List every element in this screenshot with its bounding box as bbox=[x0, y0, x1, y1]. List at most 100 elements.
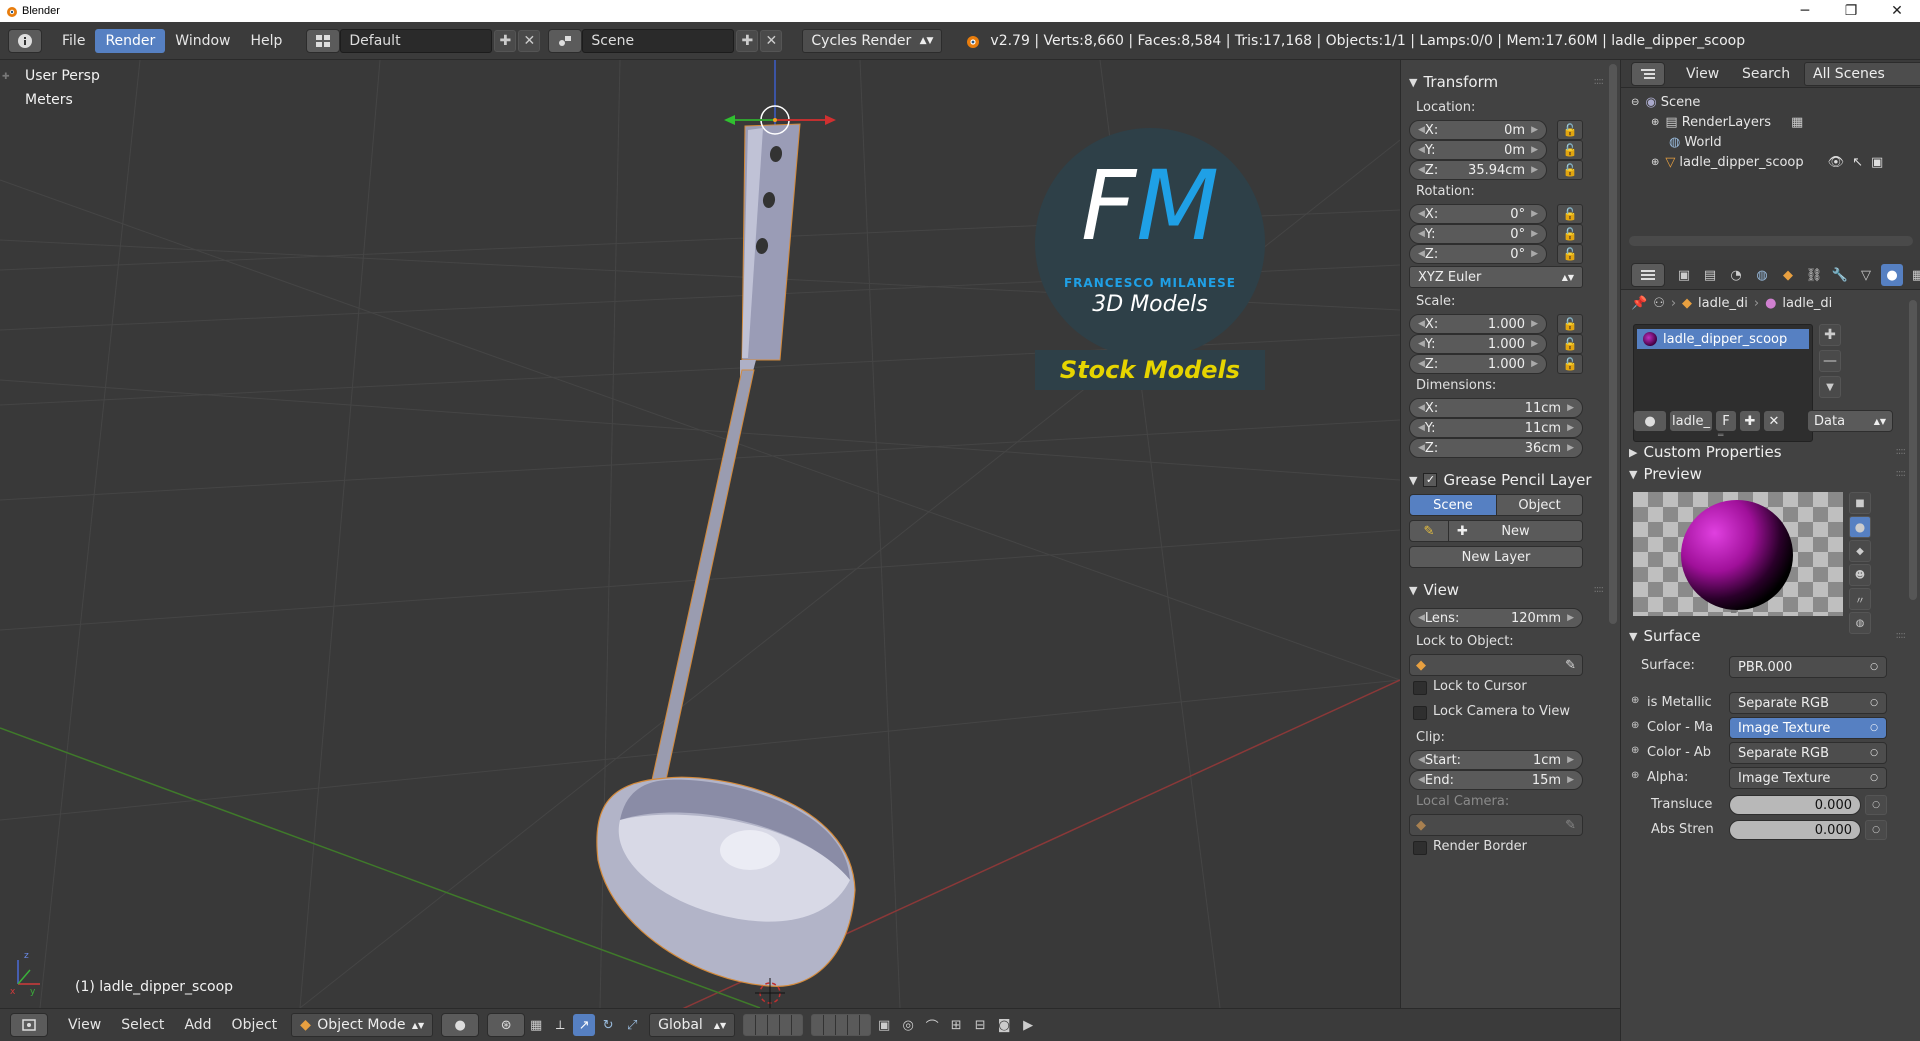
transform-orientation-dropdown[interactable]: Global ▲▼ bbox=[649, 1013, 736, 1037]
material-specials-button[interactable]: ▼ bbox=[1819, 376, 1841, 398]
outliner-row-ladle[interactable]: ⊕ ▽ ladle_dipper_scoop 👁 ↖ ▣ bbox=[1651, 152, 1883, 172]
menu-add[interactable]: Add bbox=[174, 1017, 221, 1033]
lock-to-object-field[interactable]: ◆ ✎ bbox=[1409, 654, 1583, 676]
grease-pencil-object-tab[interactable]: Object bbox=[1496, 494, 1583, 516]
maximize-button[interactable]: ❐ bbox=[1828, 0, 1874, 22]
lock-location-x-button[interactable]: 🔓 bbox=[1557, 120, 1583, 140]
delete-scene-button[interactable]: ✕ bbox=[760, 29, 783, 52]
input-link-field[interactable]: Separate RGB ○ bbox=[1729, 692, 1887, 714]
add-screen-button[interactable]: ✚ bbox=[494, 29, 517, 52]
lock-to-cursor-checkbox[interactable] bbox=[1413, 681, 1427, 695]
scene-name-field[interactable]: Scene bbox=[582, 28, 735, 53]
add-material-slot-button[interactable]: ✚ bbox=[1819, 324, 1841, 346]
drag-grip-icon[interactable]: :::: bbox=[1896, 630, 1907, 641]
dimensions-y-field[interactable]: ◀ Y: 11cm ▶ bbox=[1409, 418, 1583, 438]
rotation-z-field[interactable]: ◀ Z: 0° ▶ bbox=[1409, 244, 1547, 264]
ladle-model[interactable] bbox=[596, 123, 856, 987]
lens-field[interactable]: ◀ Lens: 120mm ▶ bbox=[1409, 608, 1583, 628]
input-link-field[interactable]: Image Texture ○ bbox=[1729, 767, 1887, 789]
scale-manipulator-icon[interactable]: ⤢ bbox=[621, 1014, 643, 1036]
clip-start-field[interactable]: ◀ Start: 1cm ▶ bbox=[1409, 750, 1583, 770]
material-link-dropdown[interactable]: Data ▲▼ bbox=[1807, 410, 1893, 432]
object-tab-icon[interactable]: ◆ bbox=[1777, 264, 1799, 286]
preview-monkey-button[interactable]: ☻ bbox=[1849, 564, 1871, 586]
pin-icon[interactable]: 📌 bbox=[1631, 296, 1647, 311]
proportional-falloff-icon[interactable]: ⌒ bbox=[921, 1014, 943, 1036]
selectable-arrow-icon[interactable]: ↖ bbox=[1852, 155, 1863, 170]
rotation-x-field[interactable]: ◀ X: 0° ▶ bbox=[1409, 204, 1547, 224]
properties-editor-type-button[interactable] bbox=[1631, 263, 1665, 287]
drag-grip-icon[interactable]: :::: bbox=[1594, 76, 1605, 87]
outliner-row-scene[interactable]: ⊖ ◉ Scene bbox=[1631, 92, 1700, 112]
lock-scale-y-button[interactable]: 🔓 bbox=[1557, 334, 1583, 354]
new-layer-button[interactable]: New Layer bbox=[1409, 546, 1583, 568]
location-y-field[interactable]: ◀ Y: 0m ▶ bbox=[1409, 140, 1547, 160]
lock-rotation-y-button[interactable]: 🔓 bbox=[1557, 224, 1583, 244]
render-layers-tab-icon[interactable]: ▤ bbox=[1699, 264, 1721, 286]
eyedropper-icon[interactable]: ✎ bbox=[1565, 658, 1576, 673]
preview-cube-button[interactable]: ◆ bbox=[1849, 540, 1871, 562]
viewport-shading-dropdown[interactable]: ● bbox=[441, 1013, 480, 1037]
scale-x-field[interactable]: ◀ X: 1.000 ▶ bbox=[1409, 314, 1547, 334]
lock-scale-x-button[interactable]: 🔓 bbox=[1557, 314, 1583, 334]
only-origins-icon[interactable]: ▦ bbox=[525, 1014, 547, 1036]
socket-toggle-icon[interactable]: ⊕ bbox=[1631, 720, 1639, 731]
material-browse-button[interactable]: ● bbox=[1633, 410, 1667, 432]
transform-panel-header[interactable]: ▼ Transform :::: bbox=[1401, 70, 1609, 94]
view-panel-header[interactable]: ▼ View :::: bbox=[1401, 578, 1609, 602]
layer-buttons[interactable] bbox=[743, 1014, 873, 1036]
expand-arrow-icon[interactable]: ⊖ bbox=[1631, 97, 1639, 108]
renderable-camera-icon[interactable]: ▣ bbox=[1871, 155, 1883, 170]
material-tab-icon[interactable]: ● bbox=[1881, 264, 1903, 286]
expand-arrow-icon[interactable]: ⊕ bbox=[1651, 117, 1659, 128]
editor-type-info-button[interactable] bbox=[8, 28, 42, 53]
grease-pencil-new-button[interactable]: ✚ New bbox=[1448, 520, 1583, 542]
proportional-editing-icon[interactable]: ◎ bbox=[897, 1014, 919, 1036]
grease-pencil-scene-tab[interactable]: Scene bbox=[1409, 494, 1497, 516]
menu-help[interactable]: Help bbox=[240, 29, 292, 53]
manipulator-toggle-icon[interactable]: ⟂ bbox=[549, 1014, 571, 1036]
grease-pencil-datablock-selector[interactable]: ✎ bbox=[1409, 520, 1449, 542]
delete-screen-button[interactable]: ✕ bbox=[518, 29, 541, 52]
lock-location-y-button[interactable]: 🔓 bbox=[1557, 140, 1583, 160]
minimize-button[interactable]: ─ bbox=[1782, 0, 1828, 22]
preview-hair-button[interactable]: 〃 bbox=[1849, 588, 1871, 610]
abs-strength-link-button[interactable]: ○ bbox=[1865, 820, 1887, 840]
menu-file[interactable]: File bbox=[52, 29, 95, 53]
eyedropper-icon[interactable]: ✎ bbox=[1565, 818, 1576, 833]
translate-manipulator-icon[interactable]: ↗ bbox=[573, 1014, 596, 1036]
outliner-row-world[interactable]: ◍ World bbox=[1669, 132, 1722, 152]
constraints-tab-icon[interactable]: ⛓ bbox=[1803, 264, 1825, 286]
preview-sphere-button[interactable]: ● bbox=[1849, 516, 1871, 538]
screen-layout-selector[interactable] bbox=[306, 28, 341, 53]
dimensions-x-field[interactable]: ◀ X: 11cm ▶ bbox=[1409, 398, 1583, 418]
socket-toggle-icon[interactable]: ⊕ bbox=[1631, 695, 1639, 706]
outliner-horizontal-scrollbar[interactable] bbox=[1629, 236, 1913, 246]
surface-shader-field[interactable]: PBR.000 ○ bbox=[1729, 656, 1887, 678]
preview-resize-grip-icon[interactable]: ═ bbox=[1731, 608, 1736, 616]
custom-properties-panel-header[interactable]: ▶ Custom Properties :::: bbox=[1621, 440, 1911, 464]
preview-panel-header[interactable]: ▼ Preview :::: bbox=[1621, 462, 1911, 486]
material-name-field[interactable]: ladle_ bbox=[1669, 410, 1713, 432]
lock-layers-icon[interactable]: ▣ bbox=[873, 1014, 895, 1036]
fake-user-button[interactable]: F bbox=[1715, 410, 1737, 432]
opengl-render-animation-icon[interactable]: ▶ bbox=[1017, 1014, 1039, 1036]
3d-viewport[interactable]: z x y User Persp Meters (1) ladle_dipper… bbox=[0, 60, 1400, 1008]
render-border-checkbox[interactable] bbox=[1413, 841, 1427, 855]
drag-grip-icon[interactable]: :::: bbox=[1896, 468, 1907, 479]
location-z-field[interactable]: ◀ Z: 35.94cm ▶ bbox=[1409, 160, 1547, 180]
visibility-eye-icon[interactable]: 👁 bbox=[1828, 155, 1845, 170]
scene-selector[interactable] bbox=[548, 28, 583, 53]
lock-location-z-button[interactable]: 🔓 bbox=[1557, 160, 1583, 180]
toolshelf-toggle-icon[interactable]: ✚ bbox=[2, 72, 10, 86]
add-scene-button[interactable]: ✚ bbox=[736, 29, 759, 52]
layers-grid-icon[interactable] bbox=[811, 1014, 872, 1036]
preview-flat-button[interactable]: ■ bbox=[1849, 492, 1871, 514]
unlink-material-button[interactable]: ✕ bbox=[1763, 410, 1785, 432]
translucence-link-button[interactable]: ○ bbox=[1865, 795, 1887, 815]
grease-pencil-panel-header[interactable]: ▼ ✓ Grease Pencil Layer bbox=[1401, 468, 1609, 492]
input-link-field[interactable]: Separate RGB ○ bbox=[1729, 742, 1887, 764]
modifiers-tab-icon[interactable]: 🔧 bbox=[1829, 264, 1851, 286]
outliner-editor-type-button[interactable] bbox=[1631, 62, 1665, 86]
scale-z-field[interactable]: ◀ Z: 1.000 ▶ bbox=[1409, 354, 1547, 374]
